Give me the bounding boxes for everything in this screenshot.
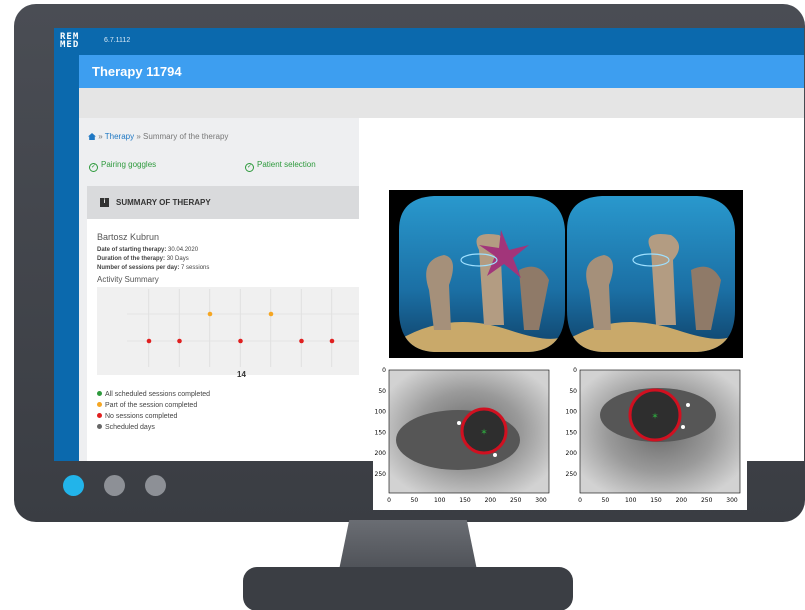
activity-summary-title: Activity Summary [97,275,159,284]
legend-dot [97,402,102,407]
sessions-row: Number of sessions per day: 7 sessions [97,265,209,271]
duration-label: Duration of the therapy: [97,256,166,262]
step-label: Patient selection [257,160,316,169]
axis-tick-label: 0 [573,367,577,374]
sessions-label: Number of sessions per day: [97,265,180,271]
chart-point[interactable] [268,311,274,317]
chart-point[interactable] [207,311,213,317]
legend-label: No sessions completed [105,413,178,420]
start-date-label: Date of starting therapy: [97,247,167,253]
summary-title: SUMMARY OF THERAPY [116,198,211,207]
axis-tick-label: 0 [382,367,386,374]
activity-chart: 14 [97,287,363,379]
axis-tick-label: 50 [411,497,419,504]
home-icon[interactable] [88,133,96,140]
left-panel: » Therapy » Summary of the therapy ✓ Pair… [79,118,363,461]
legend-label: Part of the session completed [105,402,198,409]
step-patient-selection[interactable]: ✓ Patient selection [245,160,316,172]
legend-label: Scheduled days [105,424,155,431]
monitor-stand-base [243,567,573,610]
legend-dot [97,413,102,418]
axis-tick-label: 150 [375,429,387,436]
app-version: 6.7.1112 [104,37,131,44]
axis-tick-label: 200 [676,497,688,504]
activity-chart-svg [127,289,363,367]
info-icon: i [100,198,109,207]
title-bar: Therapy 11794 [79,55,804,88]
axis-tick-label: 100 [375,409,387,416]
axis-tick-label: 50 [569,388,577,395]
axis-tick-label: 250 [375,471,387,478]
top-bar: REM MED 6.7.1112 [54,28,804,55]
check-circle-icon: ✓ [89,163,98,172]
legend-dot [97,424,102,429]
axis-tick-label: 300 [535,497,547,504]
legend-label: All scheduled sessions completed [105,391,211,398]
breadcrumb-current: Summary of the therapy [143,132,229,141]
start-date-row: Date of starting therapy: 30.04.2020 [97,247,198,253]
axis-tick-label: 100 [625,497,637,504]
breadcrumb-separator: » [136,132,141,141]
chart-point[interactable] [238,338,243,344]
eye-tracking-svg: ✶ 0 50 100 150 200 250 0 50 100 150 200 250 300 ✶ 0… [375,367,741,504]
summary-card: Bartosz Kubrun Date of starting therapy:… [87,219,363,461]
axis-tick-label: 0 [578,497,582,504]
axis-tick-label: 250 [510,497,522,504]
breadcrumb-therapy-link[interactable]: Therapy [105,132,134,141]
legend-dot [97,391,102,396]
axis-tick-label: 200 [375,450,387,457]
sessions-value: 7 sessions [181,265,210,271]
chart-legend: All scheduled sessions completed Part of… [97,389,210,433]
vr-scene-svg [399,196,735,352]
axis-tick-label: 200 [485,497,497,504]
duration-row: Duration of the therapy: 30 Days [97,256,189,262]
monitor-button-icon [104,475,125,496]
breadcrumb-separator: » [98,132,103,141]
page-title: Therapy 11794 [92,64,182,79]
axis-tick-label: 150 [650,497,662,504]
chart-point[interactable] [177,338,182,344]
vr-scene-image [389,190,743,358]
axis-tick-label: 200 [566,450,578,457]
axis-tick-label: 50 [602,497,610,504]
app-logo[interactable]: REM MED [60,33,79,50]
legend-item: All scheduled sessions completed [97,389,210,400]
svg-text:✶: ✶ [651,412,659,422]
axis-tick-label: 250 [701,497,713,504]
chart-day-label: 14 [237,370,246,379]
monitor-button-icon [145,475,166,496]
vr-right-lens [567,196,735,352]
legend-item: Part of the session completed [97,400,210,411]
chart-point[interactable] [146,338,152,344]
sidebar-rail[interactable] [54,55,79,461]
chart-point[interactable] [329,338,335,344]
axis-tick-label: 300 [726,497,738,504]
axis-tick-label: 100 [434,497,446,504]
duration-value: 30 Days [166,256,189,262]
axis-tick-label: 250 [566,471,578,478]
legend-item: No sessions completed [97,411,210,422]
svg-text:✶: ✶ [480,428,488,438]
step-pairing-goggles[interactable]: ✓ Pairing goggles [89,160,156,172]
axis-tick-label: 0 [387,497,391,504]
breadcrumb: » Therapy » Summary of the therapy [88,132,228,141]
check-circle-icon: ✓ [245,163,254,172]
axis-tick-label: 100 [566,409,578,416]
eye-tracking-image: ✶ 0 50 100 150 200 250 0 50 100 150 200 250 300 ✶ 0… [373,365,747,510]
chart-point[interactable] [299,338,304,344]
start-date-value: 30.04.2020 [168,247,199,253]
axis-tick-label: 50 [378,388,386,395]
legend-item: Scheduled days [97,422,210,433]
summary-header: i SUMMARY OF THERAPY [87,186,359,219]
left-eye-plot: ✶ 0 50 100 150 200 250 0 50 100 150 200 250 300 [375,367,550,504]
toolbar [79,88,804,118]
vr-left-lens [399,196,565,352]
power-led-icon [63,475,84,496]
step-label: Pairing goggles [101,160,157,169]
patient-name: Bartosz Kubrun [97,232,160,242]
axis-tick-label: 150 [566,429,578,436]
axis-tick-label: 150 [459,497,471,504]
right-eye-plot: ✶ 0 50 100 150 200 250 0 50 100 150 200 250 300 [566,367,741,504]
